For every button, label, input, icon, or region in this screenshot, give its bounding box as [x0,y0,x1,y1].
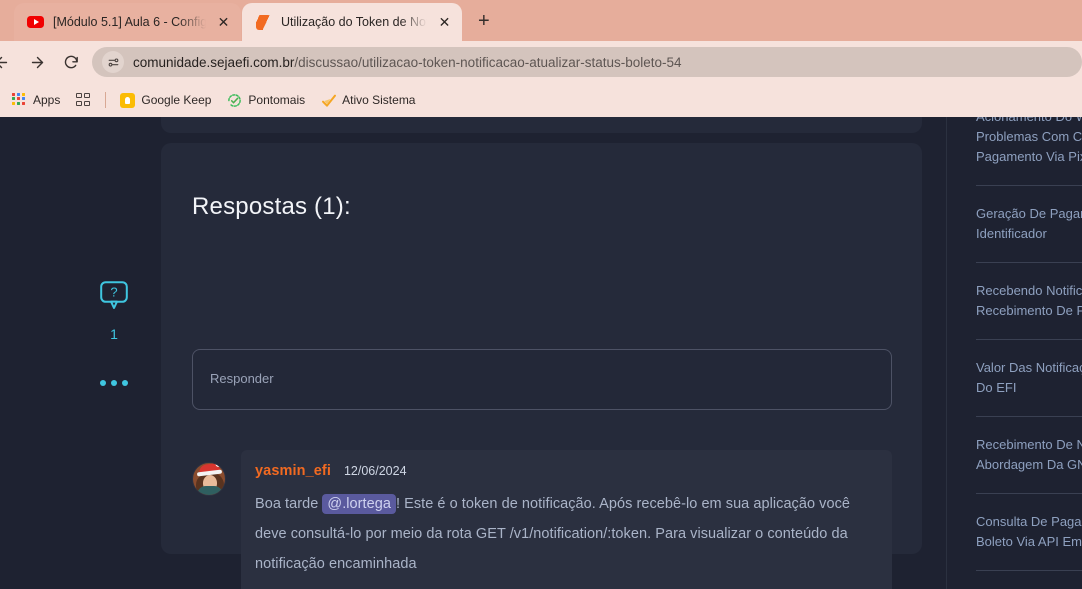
sidebar-line: Pagamento Via Pix [976,149,1082,164]
sidebar-line: Consulta De Paga [976,514,1082,529]
sidebar-item-1[interactable]: Geração De Pagar Identificador [976,204,1082,244]
sidebar-line: Recebendo Notific [976,283,1082,298]
tab-title: [Módulo 5.1] Aula 6 - Configura [53,15,206,29]
sidebar-line: Abordagem Da GN [976,457,1082,472]
sidebar-line: Problemas Com C [976,129,1082,144]
address-bar-text: comunidade.sejaefi.com.br/discussao/util… [133,55,682,70]
sidebar-divider [976,185,1082,186]
page-title: Respostas (1): [192,193,351,220]
bookmark-google-keep[interactable]: Google Keep [112,90,219,111]
comment-item: yasmin_efi 12/06/2024 Boa tarde @.lorteg… [192,450,892,589]
sidebar-line: Do EFI [976,380,1017,395]
site-settings-icon[interactable] [102,51,124,73]
sidebar-divider [976,570,1082,571]
browser-toolbar: comunidade.sejaefi.com.br/discussao/util… [0,41,1082,83]
previous-post-card [161,117,922,133]
bookmark-divider [105,92,107,108]
comment-body: yasmin_efi 12/06/2024 Boa tarde @.lorteg… [241,450,892,589]
browser-tab-youtube[interactable]: [Módulo 5.1] Aula 6 - Configura ✕ [14,3,241,41]
bookmark-pontomais[interactable]: Pontomais [219,90,313,111]
address-bar[interactable]: comunidade.sejaefi.com.br/discussao/util… [92,47,1082,77]
mention-chip[interactable]: @.lortega [322,494,396,514]
comment-date: 12/06/2024 [343,464,407,478]
apps-grid-icon [12,92,27,108]
sidebar-item-2[interactable]: Recebendo Notific Recebimento De P [976,281,1082,321]
sidebar-line: Recebimento De P [976,303,1082,318]
bookmark-label: Google Keep [141,93,212,107]
sidebar-line: Recebimento De N [976,437,1082,452]
comment-text: Boa tarde @.lortega! Este é o token de n… [255,489,880,579]
question-bubble-icon[interactable]: ? [100,281,128,315]
svg-text:?: ? [110,285,117,300]
sidebar-divider [976,416,1082,417]
bookmark-apps[interactable]: Apps [4,90,68,111]
comment-username[interactable]: yasmin_efi [255,463,331,479]
sidebar-item-5[interactable]: Consulta De Paga Boleto Via API Em [976,512,1082,552]
pontomais-icon [227,93,242,108]
browser-chrome: [Módulo 5.1] Aula 6 - Configura ✕ Utiliz… [0,0,1082,117]
close-icon[interactable]: ✕ [215,14,232,31]
browser-tab-efi[interactable]: Utilização do Token de Notificaç ✕ [242,3,462,41]
grid-icon [76,92,91,108]
sidebar-line: Acionamento Do W [976,117,1082,127]
comment-text-before: Boa tarde [255,496,319,512]
bookmark-grid[interactable] [68,90,99,111]
efi-icon [255,14,272,31]
sidebar-line: Valor Das Notificaç [976,360,1082,375]
sidebar-divider [976,262,1082,263]
question-count: 1 [110,326,118,342]
bookmark-label: Pontomais [248,93,306,107]
page-content: Respostas (1): Responder yasmin_efi 12/0… [0,117,1082,589]
new-tab-button[interactable]: + [478,10,490,33]
more-options-icon[interactable] [96,380,132,386]
keep-bulb-icon [120,92,136,108]
answers-card: Respostas (1): Responder yasmin_efi 12/0… [161,143,922,589]
bookmark-ativo-sistema[interactable]: Ativo Sistema [313,90,423,111]
sidebar-divider [976,339,1082,340]
question-rail: ? 1 [96,281,132,386]
sidebar-item-4[interactable]: Recebimento De N Abordagem Da GN [976,435,1082,475]
sidebar-divider [976,493,1082,494]
sidebar-item-0[interactable]: Acionamento Do W Problemas Com C Pagamen… [976,117,1082,167]
youtube-icon [27,14,44,31]
sidebar-divider-vertical [946,117,947,589]
bookmark-label: Apps [33,93,61,107]
sidebar-line: Boleto Via API Em [976,534,1082,549]
url-path: /discussao/utilizacao-token-notificacao-… [294,54,682,70]
reload-icon[interactable] [54,45,88,79]
avatar [192,462,226,496]
sidebar-item-3[interactable]: Valor Das Notificaç Do EFI [976,358,1082,398]
sidebar-line: Geração De Pagar [976,206,1082,221]
reply-placeholder: Responder [210,371,274,386]
tab-title: Utilização do Token de Notificaç [281,15,427,29]
sidebar-line: Identificador [976,226,1047,241]
ativo-sistema-icon [321,93,337,108]
related-sidebar: Acionamento Do W Problemas Com C Pagamen… [946,117,1082,589]
close-icon[interactable]: ✕ [436,14,453,31]
comment-header: yasmin_efi 12/06/2024 [255,463,407,479]
bookmark-label: Ativo Sistema [342,93,416,107]
back-icon[interactable] [0,45,12,79]
url-host: comunidade.sejaefi.com.br [133,54,295,70]
bookmarks-bar: Apps Google Keep Pontomais Ativo Sistema [0,83,1082,117]
reply-input[interactable]: Responder [192,349,892,410]
tab-strip: [Módulo 5.1] Aula 6 - Configura ✕ Utiliz… [0,0,1082,41]
forward-icon[interactable] [20,45,54,79]
